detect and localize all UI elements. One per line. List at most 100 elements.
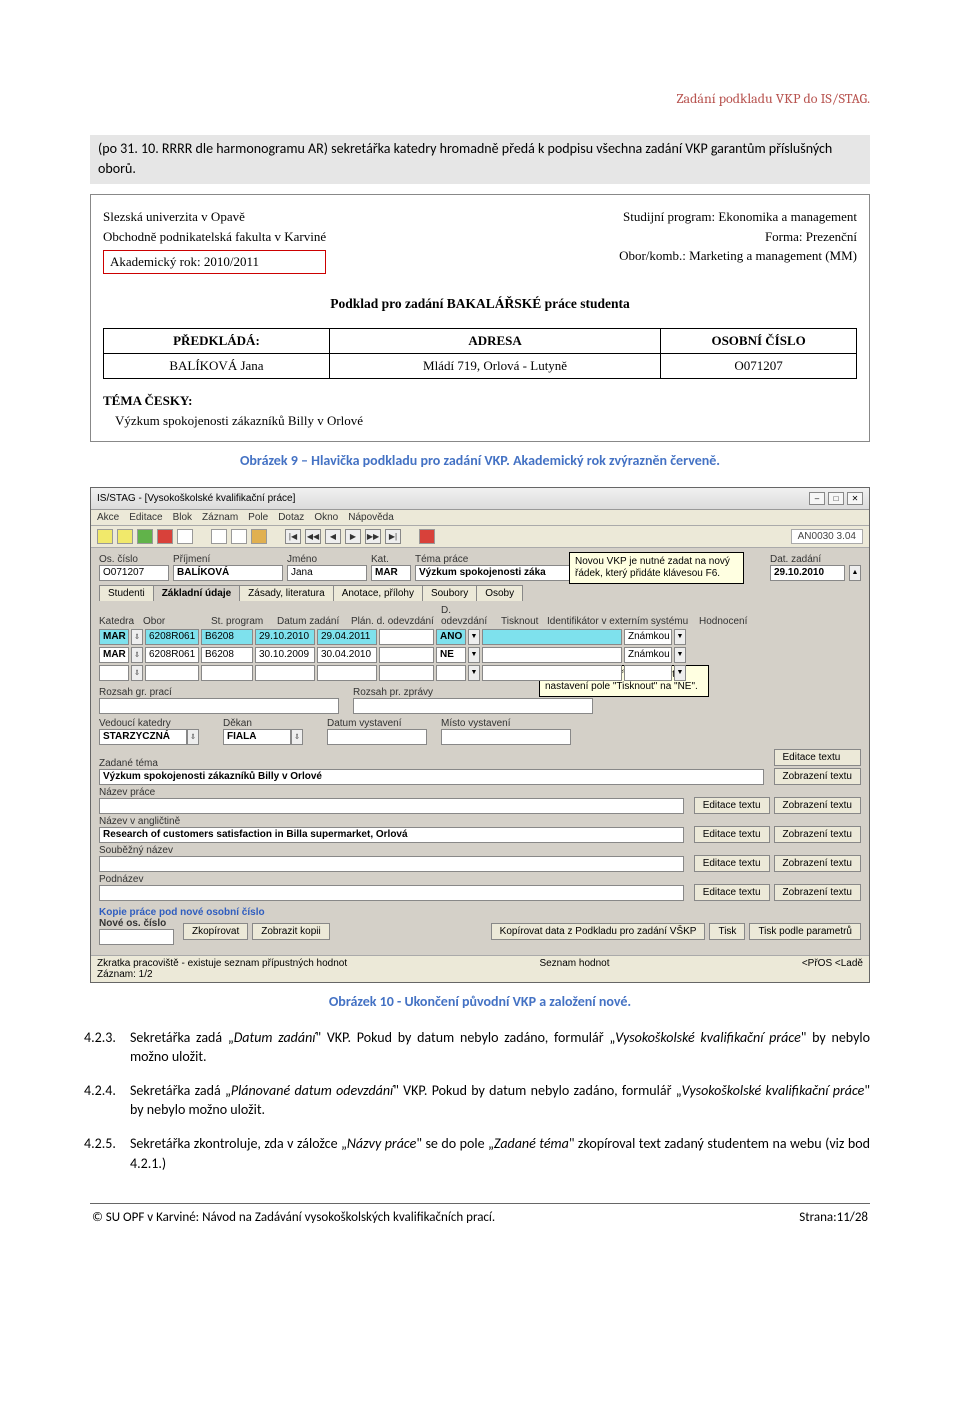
fld-kat[interactable]: MAR: [371, 565, 411, 581]
menu-napoveda[interactable]: Nápověda: [348, 512, 394, 523]
cell-pdo[interactable]: 29.04.2011: [317, 629, 377, 645]
btn-editace[interactable]: Editace textu: [774, 749, 861, 766]
fld-rozsah-gr[interactable]: [99, 698, 339, 714]
cell-empty[interactable]: [99, 665, 129, 681]
toolbar-help-icon[interactable]: [251, 529, 267, 544]
nav-next-icon[interactable]: ▶▶: [365, 529, 381, 544]
cell-empty[interactable]: [482, 665, 622, 681]
cell-tisk[interactable]: ANO: [436, 629, 466, 645]
cell-prog[interactable]: B6208: [201, 629, 253, 645]
cell-do[interactable]: [379, 629, 434, 645]
btn-editace[interactable]: Editace textu: [694, 797, 770, 814]
dd-icon[interactable]: ▼: [468, 665, 480, 681]
btn-zobrazeni[interactable]: Zobrazení textu: [774, 797, 861, 814]
cell-kat[interactable]: MAR: [99, 629, 129, 645]
btn-tisk-param[interactable]: Tisk podle parametrů: [749, 923, 861, 940]
fld-tema[interactable]: Výzkum spokojenosti záka: [415, 565, 585, 581]
btn-editace[interactable]: Editace textu: [694, 826, 770, 843]
cell-obor[interactable]: 6208R061: [145, 647, 199, 663]
fld-prijmeni[interactable]: BALÍKOVÁ: [173, 565, 283, 581]
btn-editace[interactable]: Editace textu: [694, 884, 770, 901]
nav-back-icon[interactable]: ◀: [325, 529, 341, 544]
tab-osoby[interactable]: Osoby: [476, 585, 523, 601]
fld-np[interactable]: [99, 798, 684, 814]
btn-zobrazit-kopii[interactable]: Zobrazit kopii: [252, 923, 329, 940]
dd-icon[interactable]: ⇩: [131, 647, 143, 663]
row-nav-icon[interactable]: ▲: [849, 565, 861, 581]
cell-empty[interactable]: [255, 665, 315, 681]
menubar[interactable]: Akce Editace Blok Záznam Pole Dotaz Okno…: [91, 510, 869, 526]
cell-prog[interactable]: B6208: [201, 647, 253, 663]
menu-okno[interactable]: Okno: [314, 512, 338, 523]
dd-icon[interactable]: ▼: [674, 647, 686, 663]
dd-icon[interactable]: ▼: [674, 629, 686, 645]
menu-zaznam[interactable]: Záznam: [202, 512, 238, 523]
toolbar-del-icon[interactable]: [157, 529, 173, 544]
fld-dekan[interactable]: FIALA: [223, 729, 291, 745]
toolbar-stop-icon[interactable]: [419, 529, 435, 544]
maximize-icon[interactable]: □: [828, 492, 844, 505]
btn-zobrazeni[interactable]: Zobrazení textu: [774, 855, 861, 872]
dd-icon[interactable]: ▼: [468, 629, 480, 645]
fld-pn[interactable]: [99, 885, 684, 901]
btn-zkopirovat[interactable]: Zkopírovat: [183, 923, 248, 940]
toolbar-icon[interactable]: [231, 529, 247, 544]
cell-hodn[interactable]: Známkou: [624, 647, 672, 663]
cell-empty[interactable]: [379, 665, 434, 681]
cell-hodn[interactable]: Známkou: [624, 629, 672, 645]
dd-icon[interactable]: ⇩: [291, 729, 303, 745]
fld-oscislo[interactable]: O071207: [99, 565, 169, 581]
btn-zobrazeni[interactable]: Zobrazení textu: [774, 884, 861, 901]
menu-dotaz[interactable]: Dotaz: [278, 512, 304, 523]
btn-zobrazeni[interactable]: Zobrazení textu: [774, 826, 861, 843]
fld-nove-os[interactable]: [99, 929, 174, 945]
tab-zasady[interactable]: Zásady, literatura: [239, 585, 334, 601]
fld-jmeno[interactable]: Jana: [287, 565, 367, 581]
titlebar[interactable]: IS/STAG - [Vysokoškolské kvalifikační pr…: [91, 488, 869, 510]
cell-obor[interactable]: 6208R061: [145, 629, 199, 645]
dd-icon[interactable]: ⇩: [131, 629, 143, 645]
cell-ident[interactable]: [482, 629, 622, 645]
menu-blok[interactable]: Blok: [173, 512, 192, 523]
fld-vk[interactable]: STARZYCZNÁ: [99, 729, 187, 745]
nav-prev-icon[interactable]: ◀◀: [305, 529, 321, 544]
tab-anotace[interactable]: Anotace, přílohy: [333, 585, 423, 601]
fld-zt[interactable]: Výzkum spokojenosti zákazníků Billy v Or…: [99, 769, 764, 785]
toolbar-icon[interactable]: [117, 529, 133, 544]
cell-kat[interactable]: MAR: [99, 647, 129, 663]
menu-akce[interactable]: Akce: [97, 512, 119, 523]
fld-mv[interactable]: [441, 729, 571, 745]
cell-dz[interactable]: 29.10.2010: [255, 629, 315, 645]
dd-icon[interactable]: ⇩: [187, 729, 199, 745]
btn-tisk[interactable]: Tisk: [709, 923, 745, 940]
fld-rozsah-zp[interactable]: [353, 698, 593, 714]
btn-zobrazeni[interactable]: Zobrazení textu: [774, 768, 861, 785]
cell-pdo[interactable]: 30.04.2010: [317, 647, 377, 663]
cell-empty[interactable]: [436, 665, 466, 681]
nav-fwd-icon[interactable]: ▶: [345, 529, 361, 544]
btn-kopirovat-podklad[interactable]: Kopírovat data z Podkladu pro zadání VŠK…: [491, 923, 706, 940]
close-icon[interactable]: ✕: [847, 492, 863, 505]
toolbar-add-icon[interactable]: [137, 529, 153, 544]
fld-datzad[interactable]: 29.10.2010: [770, 565, 845, 581]
toolbar-icon[interactable]: [97, 529, 113, 544]
dd-icon[interactable]: ⇩: [131, 665, 143, 681]
tab-soubory[interactable]: Soubory: [422, 585, 477, 601]
fld-dv[interactable]: [327, 729, 427, 745]
fld-sn[interactable]: [99, 856, 684, 872]
cell-ident[interactable]: [482, 647, 622, 663]
nav-last-icon[interactable]: ▶|: [385, 529, 401, 544]
tab-zakladni[interactable]: Základní údaje: [153, 585, 240, 601]
toolbar-icon[interactable]: [211, 529, 227, 544]
toolbar-icon[interactable]: [177, 529, 193, 544]
btn-editace[interactable]: Editace textu: [694, 855, 770, 872]
cell-empty[interactable]: [317, 665, 377, 681]
cell-empty[interactable]: [145, 665, 199, 681]
cell-empty[interactable]: [201, 665, 253, 681]
menu-editace[interactable]: Editace: [129, 512, 162, 523]
dd-icon[interactable]: ▼: [674, 665, 686, 681]
cell-dz[interactable]: 30.10.2009: [255, 647, 315, 663]
nav-first-icon[interactable]: |◀: [285, 529, 301, 544]
cell-empty[interactable]: [624, 665, 672, 681]
cell-tisk[interactable]: NE: [436, 647, 466, 663]
